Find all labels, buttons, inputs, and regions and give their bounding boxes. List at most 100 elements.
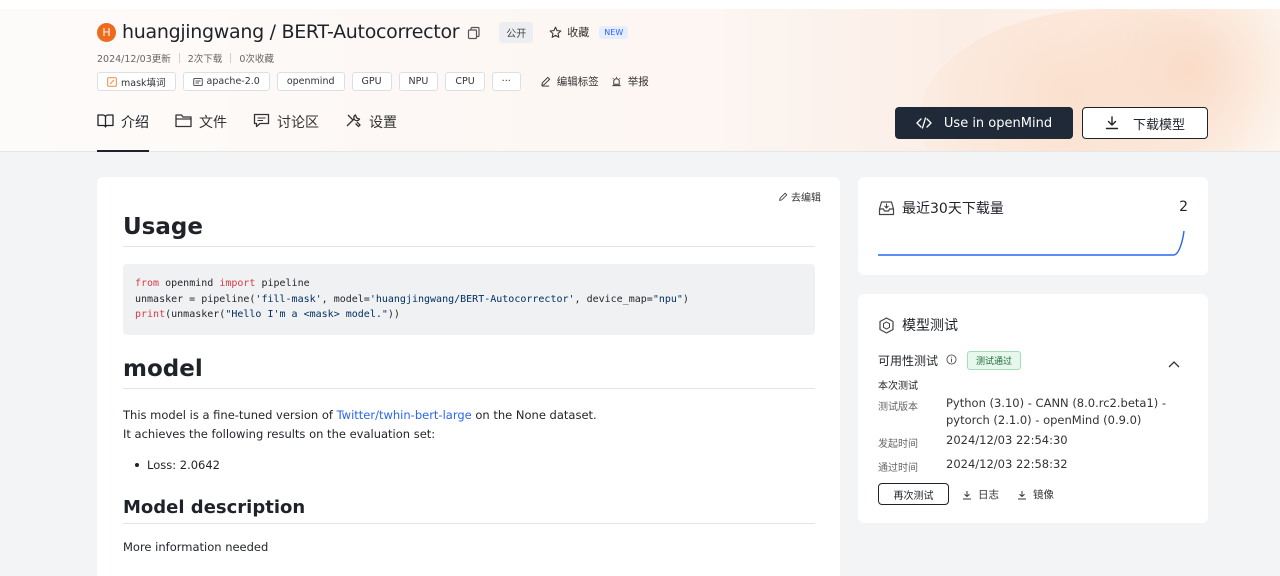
code-token: 'fill-mask' [255,293,322,305]
download-icon [1018,490,1026,499]
pass-time-label: 通过时间 [878,463,918,474]
model-test-card: 模型测试 可用性测试 测试通过 本次测试 测试版本 Python (3.10) … [858,294,1208,523]
more-tags-button[interactable]: ··· [491,72,521,91]
download-icon [963,490,971,499]
edit-tags-button[interactable]: 编辑标签 [540,74,599,89]
download-model-button[interactable]: 下载模型 [1082,107,1208,139]
divider [230,53,232,63]
code-line-2: unmasker = pipeline('fill-mask', model='… [135,292,803,308]
repo-meta: 2024/12/03更新 2次下载 0次收藏 [97,51,274,65]
tag-mask-fill[interactable]: mask填词 [97,72,176,91]
tools-icon [346,114,361,128]
tag-gpu[interactable]: GPU [351,72,392,91]
version-label: 测试版本 [878,402,918,413]
divider [178,53,180,63]
tag-npu[interactable]: NPU [398,72,439,91]
image-link[interactable]: 镜像 [1017,487,1054,502]
inbox-download-icon [878,201,895,216]
downloads-sparkline [878,230,1185,256]
start-time-value: 2024/12/03 22:54:30 [946,433,1068,447]
alarm-icon [612,76,621,87]
use-in-openmind-label: Use in openMind [943,115,1053,131]
code-token: (unmasker( [165,309,226,321]
tab-discussion[interactable]: 讨论区 [253,110,319,152]
paragraph-text: on the None dataset. [471,408,597,422]
star-label: 收藏 [567,26,590,39]
code-token: ) [682,293,689,305]
license-icon [192,77,203,87]
favorite-count: 0次收藏 [239,54,274,65]
repo-title[interactable]: huangjingwang / BERT-Autocorrector [122,21,460,43]
downloads-card: 最近30天下载量 2 [858,177,1208,275]
image-link-label: 镜像 [1033,489,1054,501]
downloads-series-line [878,230,1185,256]
chat-icon [253,113,270,128]
availability-row: 可用性测试 测试通过 [878,351,1022,370]
code-token: "Hello I'm a <mask> model." [225,309,388,321]
downloads-total: 2 [1179,199,1188,215]
pass-time-value: 2024/12/03 22:58:32 [946,457,1068,471]
star-icon [549,26,562,38]
availability-label: 可用性测试 [878,354,939,368]
task-icon [107,76,117,87]
download-count: 2次下载 [187,54,223,65]
tab-files[interactable]: 文件 [175,110,227,152]
copy-icon[interactable] [467,25,481,40]
tag-openmind[interactable]: openmind [276,72,345,91]
tag-label: apache-2.0 [206,76,260,87]
code-line-1: from openmind import pipeline [135,276,803,292]
paragraph-text: It achieves the following results on the… [123,427,436,441]
tag-cpu[interactable]: CPU [445,72,485,91]
test-status-badge: 测试通过 [967,351,1022,370]
tab-settings[interactable]: 设置 [345,110,397,152]
tab-intro[interactable]: 介绍 [97,110,149,152]
use-in-openmind-button[interactable]: Use in openMind [895,107,1073,139]
model-description-heading: Model description [123,497,815,524]
log-link-label: 日志 [978,489,999,501]
list-item-text: Loss: 2.0642 [147,458,220,472]
code-token: openmind [159,278,220,289]
repo-tabs: 介绍 文件 讨论区 设置 [97,110,423,152]
top-navbar-strip [0,0,1280,9]
pencil-icon [779,192,788,201]
paragraph-text: This model is a fine-tuned version of [123,408,337,422]
readme-card: 去编辑 Usage from openmind import pipeline … [97,177,840,576]
downloads-title-text: 最近30天下载量 [902,201,1004,217]
downloads-title: 最近30天下载量 [878,198,1004,218]
edit-readme-link[interactable]: 去编辑 [778,189,821,204]
download-icon [1105,116,1119,130]
chevron-up-icon[interactable] [1168,353,1180,372]
tag-label: mask填词 [121,77,166,89]
code-icon [916,117,932,129]
tag-row: mask填词 apache-2.0 openmind GPU NPU CPU ·… [97,72,649,91]
model-paragraph: This model is a fine-tuned version of Tw… [123,406,597,444]
pencil-icon [540,76,551,87]
org-avatar[interactable]: H [97,22,116,42]
log-link[interactable]: 日志 [962,487,999,502]
retest-button[interactable]: 再次测试 [878,483,949,505]
code-token: , device_map= [574,293,653,305]
code-token: 'huangjingwang/BERT-Autocorrector' [369,293,575,305]
test-title: 模型测试 [878,315,958,335]
usage-heading: Usage [123,214,815,247]
tag-license[interactable]: apache-2.0 [182,72,270,91]
this-test-heading: 本次测试 [878,381,918,392]
start-time-label: 发起时间 [878,439,918,450]
test-title-text: 模型测试 [902,318,958,334]
edit-tags-label: 编辑标签 [556,76,599,88]
model-description-text: More information needed [123,540,269,554]
code-token: , model= [321,293,370,305]
code-token: "npu" [652,293,683,305]
edit-link-label: 去编辑 [791,193,821,204]
code-token: print [135,309,166,321]
new-badge: NEW [599,25,629,39]
version-value: Python (3.10) - CANN (8.0.rc2.beta1) - p… [946,396,1167,427]
report-button[interactable]: 举报 [611,74,649,89]
star-button[interactable]: 收藏 [549,24,589,40]
cube-icon [879,316,894,334]
download-model-label: 下载模型 [1132,117,1185,133]
base-model-link[interactable]: Twitter/twhin-bert-large [337,408,472,422]
report-label: 举报 [627,76,649,88]
info-icon[interactable] [946,353,957,368]
code-token: unmasker = pipeline( [135,293,256,305]
